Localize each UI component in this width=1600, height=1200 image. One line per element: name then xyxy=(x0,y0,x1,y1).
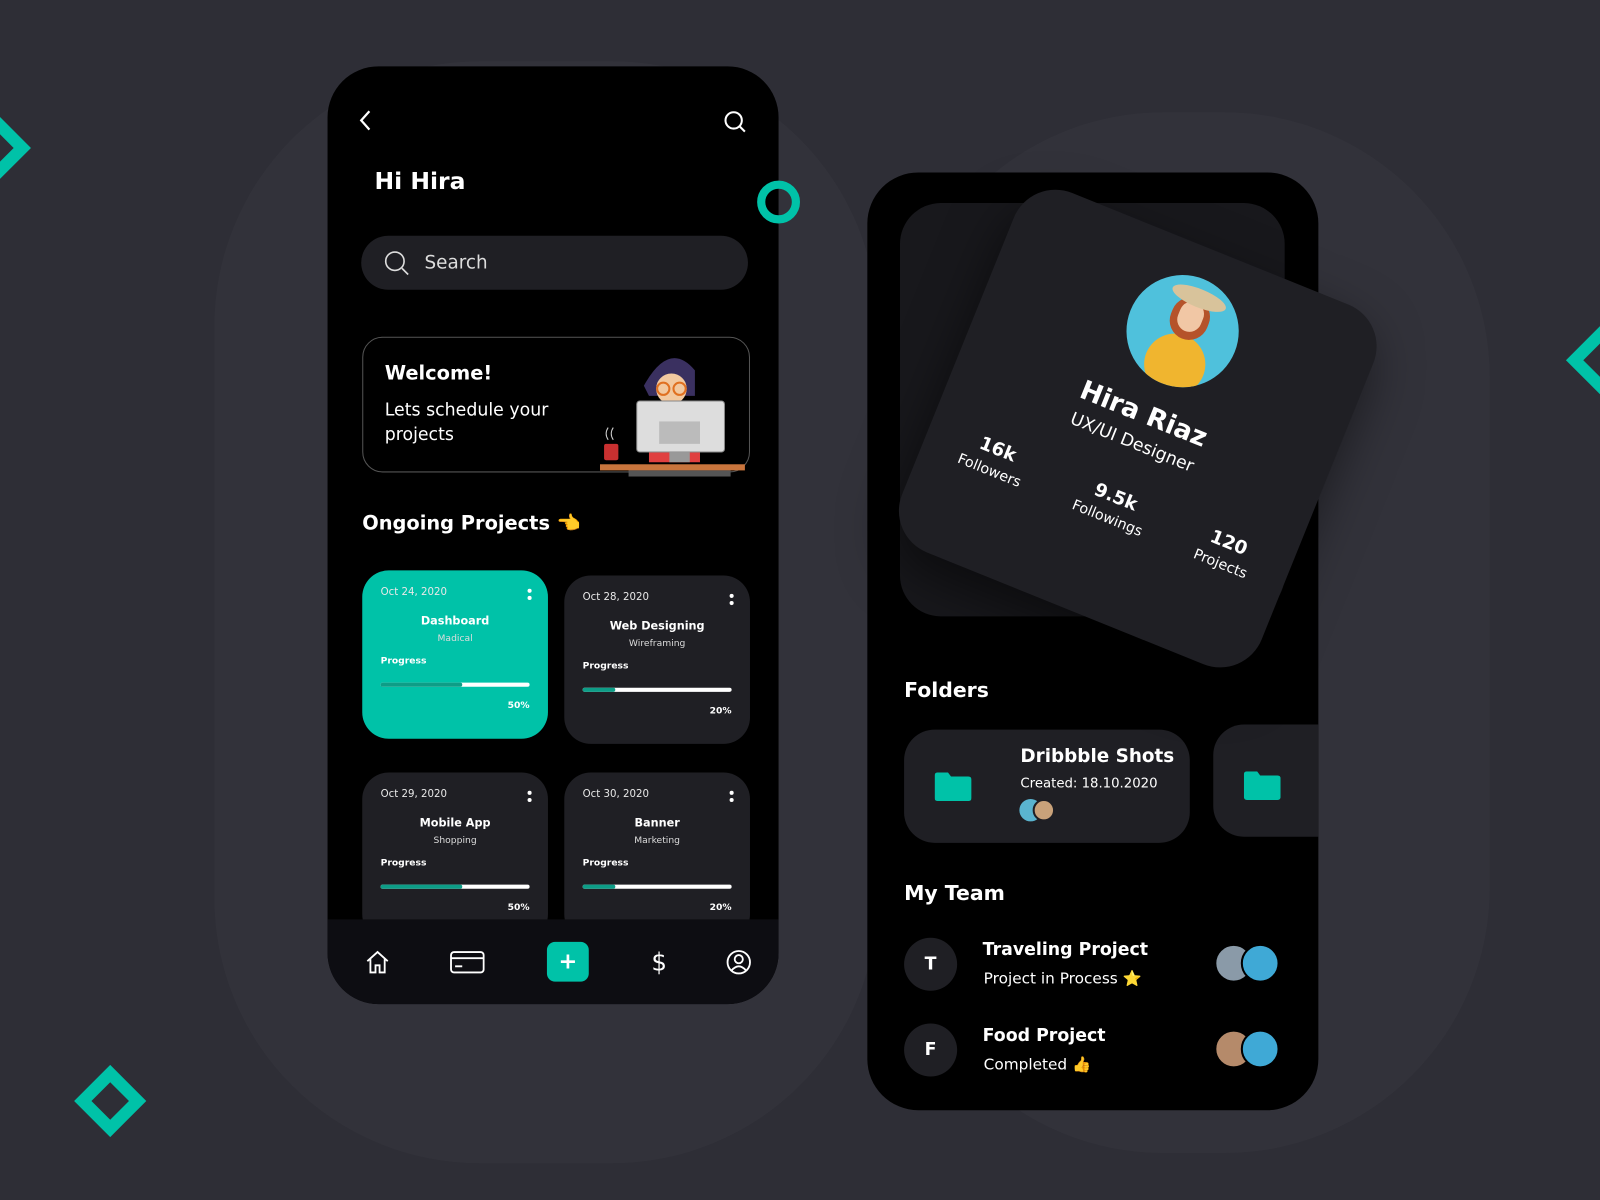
progress-fill xyxy=(582,884,616,889)
project-card[interactable]: Oct 30, 2020 Banner Marketing Progress 2… xyxy=(564,772,750,941)
avatar xyxy=(1240,1029,1280,1069)
status-text: Completed xyxy=(983,1055,1068,1074)
home-screen-phone: Hi Hira Search Welcome! Lets schedule yo… xyxy=(327,66,779,1005)
team-letter-avatar: F xyxy=(904,1023,958,1077)
search-input[interactable]: Search xyxy=(361,235,748,290)
progress-fill xyxy=(380,682,463,687)
search-icon[interactable] xyxy=(723,110,747,139)
progress-label: Progress xyxy=(380,858,427,869)
project-date: Oct 30, 2020 xyxy=(582,788,649,800)
progress-percent: 50% xyxy=(507,903,530,914)
folder-card[interactable]: Dribbble Shots Created: 18.10.2020 xyxy=(904,729,1190,843)
stat-item: 16k Followers xyxy=(955,427,1033,491)
folder-name: Dribbble Shots xyxy=(1020,745,1175,768)
project-date: Oct 24, 2020 xyxy=(380,586,447,598)
more-options-icon[interactable] xyxy=(729,790,734,805)
add-button[interactable]: + xyxy=(546,941,589,982)
diamond-decoration xyxy=(74,1064,147,1138)
diamond-decoration xyxy=(1565,324,1600,397)
team-project-status: Completed 👍 xyxy=(984,1055,1091,1073)
progress-percent: 20% xyxy=(709,903,732,914)
team-project-name: Traveling Project xyxy=(982,939,1149,961)
team-title: My Team xyxy=(904,880,1005,906)
search-placeholder: Search xyxy=(424,252,488,274)
back-icon[interactable] xyxy=(358,109,372,138)
pointing-hand-icon: 👈 xyxy=(556,512,581,535)
welcome-title: Welcome! xyxy=(384,362,493,385)
card-icon[interactable] xyxy=(449,947,486,978)
project-date: Oct 28, 2020 xyxy=(582,591,649,604)
developer-illustration xyxy=(599,358,745,477)
folder-icon xyxy=(934,772,972,802)
greeting: Hi Hira xyxy=(374,168,466,195)
project-card[interactable]: Oct 28, 2020 Web Designing Wireframing P… xyxy=(564,575,750,744)
folder-icon xyxy=(1243,771,1281,800)
folder-created: Created: 18.10.2020 xyxy=(1020,776,1158,792)
team-project-name: Food Project xyxy=(982,1025,1106,1046)
progress-label: Progress xyxy=(582,858,629,869)
search-icon xyxy=(384,250,409,275)
team-row[interactable]: F Food Project Completed 👍 xyxy=(904,1023,1282,1084)
avatar xyxy=(1240,943,1280,983)
ring-decoration xyxy=(757,180,800,224)
progress-bar xyxy=(380,682,530,687)
project-card[interactable]: Oct 29, 2020 Mobile App Shopping Progres… xyxy=(362,772,548,941)
team-row[interactable]: T Traveling Project Project in Process ⭐ xyxy=(904,937,1282,999)
progress-label: Progress xyxy=(380,656,427,667)
project-title: Dashboard xyxy=(420,614,490,628)
more-options-icon[interactable] xyxy=(729,593,734,608)
folder-card[interactable] xyxy=(1213,724,1319,837)
more-options-icon[interactable] xyxy=(527,790,532,805)
project-subtitle: Shopping xyxy=(433,835,477,846)
avatar xyxy=(1032,798,1056,822)
team-avatars xyxy=(1214,943,1281,985)
folders-title: Folders xyxy=(904,677,989,703)
progress-fill xyxy=(380,884,463,889)
plus-icon: + xyxy=(558,948,578,975)
stat-item: 120 Projects xyxy=(1191,522,1259,583)
project-subtitle: Marketing xyxy=(634,835,681,846)
status-emoji-icon: ⭐ xyxy=(1122,969,1142,988)
status-emoji-icon: 👍 xyxy=(1072,1055,1092,1074)
diamond-decoration xyxy=(0,111,31,185)
ongoing-projects-title: Ongoing Projects xyxy=(362,512,550,535)
progress-bar xyxy=(582,884,732,889)
team-letter-avatar: T xyxy=(904,937,958,991)
progress-bar xyxy=(380,884,530,889)
dollar-icon[interactable]: $ xyxy=(644,947,675,978)
project-title: Banner xyxy=(634,816,680,830)
profile-avatar xyxy=(1109,258,1256,405)
project-subtitle: Wireframing xyxy=(628,638,686,649)
welcome-banner: Welcome! Lets schedule your projects xyxy=(362,336,750,477)
project-subtitle: Madical xyxy=(437,633,473,644)
project-date: Oct 29, 2020 xyxy=(380,788,447,800)
progress-percent: 50% xyxy=(507,701,530,712)
project-card[interactable]: Oct 24, 2020 Dashboard Madical Progress … xyxy=(362,570,548,739)
progress-fill xyxy=(582,687,616,692)
section-title: Ongoing Projects 👈 xyxy=(362,511,581,534)
project-title: Mobile App xyxy=(419,816,491,830)
stat-item: 9.5k Followings xyxy=(1070,473,1155,540)
canvas: Hi Hira Search Welcome! Lets schedule yo… xyxy=(0,0,1600,1200)
progress-label: Progress xyxy=(582,661,629,672)
progress-bar xyxy=(582,687,732,692)
team-avatars xyxy=(1214,1029,1281,1071)
team-project-status: Project in Process ⭐ xyxy=(984,969,1142,987)
home-icon[interactable] xyxy=(362,947,393,978)
more-options-icon[interactable] xyxy=(527,588,532,603)
progress-percent: 20% xyxy=(709,706,732,717)
profile-icon[interactable] xyxy=(723,947,754,978)
project-title: Web Designing xyxy=(609,619,705,633)
status-text: Project in Process xyxy=(983,969,1118,988)
welcome-text: Lets schedule your projects xyxy=(384,399,549,445)
